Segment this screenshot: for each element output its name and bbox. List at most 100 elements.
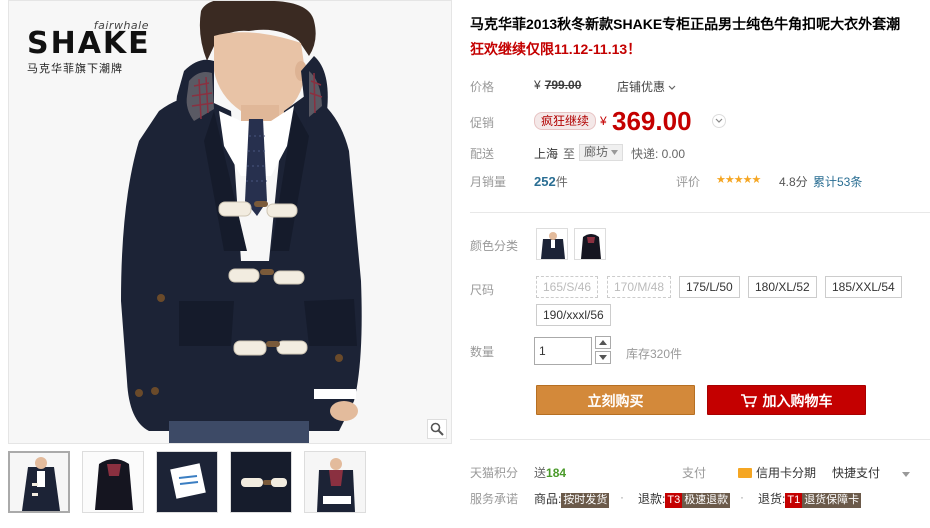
service-row: 服务承诺 商品: 按时发货 · 退款: T3 极速退款 · 退货: T1 退货保障卡 xyxy=(470,490,930,508)
fast-refund-badge: 极速退款 xyxy=(682,493,731,508)
caret-down-icon xyxy=(611,150,619,156)
color-option-2[interactable] xyxy=(574,228,606,260)
return-guarantee-badge: 退货保障卡 xyxy=(802,493,862,508)
zoom-button[interactable] xyxy=(427,419,447,439)
chevron-down-icon xyxy=(668,85,676,90)
thumbnail-5[interactable] xyxy=(304,451,366,513)
main-product-photo[interactable]: fairwhale SHAKE 马克华菲旗下潮牌 xyxy=(8,0,452,444)
service-goods-label: 商品: xyxy=(534,492,562,506)
thumbnail-1[interactable] xyxy=(8,451,70,513)
buy-now-button[interactable]: 立刻购买 xyxy=(536,385,695,415)
chevron-down-icon xyxy=(599,355,607,360)
size-label: 尺码 xyxy=(470,283,495,297)
price-detail-toggle[interactable] xyxy=(712,114,726,128)
promo-price-row: 促销 疯狂继续 ¥ 369.00 xyxy=(470,106,930,138)
shipping-fee: 快递: 0.00 xyxy=(631,147,686,161)
size-option[interactable]: 180/XL/52 xyxy=(748,276,817,298)
size-option[interactable]: 165/S/46 xyxy=(536,276,599,298)
product-gallery: fairwhale SHAKE 马克华菲旗下潮牌 xyxy=(8,0,452,528)
refund-tier-badge: T3 xyxy=(665,493,683,508)
price-row: 价格 ¥799.00 店铺优惠 xyxy=(470,78,930,96)
separator-dot: · xyxy=(740,490,744,504)
brand-tagline: 马克华菲旗下潮牌 xyxy=(27,63,123,75)
promo-label: 促销 xyxy=(470,116,495,130)
ship-from: 上海 xyxy=(534,147,559,161)
quantity-decrease-button[interactable] xyxy=(595,351,611,364)
thumbnail-3[interactable] xyxy=(156,451,218,513)
divider xyxy=(470,212,930,213)
original-price-value: 799.00 xyxy=(544,78,582,92)
promo-price-yen: ¥ xyxy=(600,114,607,128)
service-refund: 退款: T3 极速退款 xyxy=(638,490,731,508)
caret-down-icon xyxy=(902,472,910,477)
shipping-label: 配送 xyxy=(470,147,495,161)
service-goods: 商品: 按时发货 xyxy=(534,490,610,508)
shop-discount-dropdown[interactable]: 店铺优惠 xyxy=(617,78,676,95)
brand-logo: fairwhale SHAKE 马克华菲旗下潮牌 xyxy=(27,19,149,76)
chevron-up-icon xyxy=(599,340,607,345)
original-price-yen: ¥ xyxy=(534,78,541,92)
promo-tag: 疯狂继续 xyxy=(534,112,597,130)
service-return: 退货: T1 退货保障卡 xyxy=(758,490,862,508)
chevron-down-icon xyxy=(715,118,723,123)
size-option[interactable]: 190/xxxl/56 xyxy=(536,304,611,326)
on-time-delivery-badge: 按时发货 xyxy=(561,493,610,508)
rating-score: 4.8分 xyxy=(779,175,808,189)
thumbnail-2[interactable] xyxy=(82,451,144,513)
credit-installment[interactable]: 信用卡分期 xyxy=(738,464,816,481)
points-value: 送184 xyxy=(534,464,566,481)
divider xyxy=(470,439,930,440)
quantity-input[interactable] xyxy=(534,337,592,365)
rating-stars: ★★★★★ xyxy=(716,174,761,186)
sales-row: 月销量 252件 评价 ★★★★★ 4.8分 累计53条 xyxy=(470,173,930,191)
return-tier-badge: T1 xyxy=(785,493,803,508)
shop-discount-label: 店铺优惠 xyxy=(617,80,666,94)
service-refund-label: 退款: xyxy=(638,492,666,506)
promo-price: 369.00 xyxy=(612,106,692,136)
credit-installment-label: 信用卡分期 xyxy=(756,466,817,480)
promo-banner: 狂欢继续仅限11.12-11.13！ xyxy=(470,41,642,57)
thumbnail-strip xyxy=(8,451,378,513)
service-label: 服务承诺 xyxy=(470,492,519,506)
color-row: 颜色分类 xyxy=(470,228,930,268)
points-label: 天猫积分 xyxy=(470,466,519,480)
size-option[interactable]: 175/L/50 xyxy=(679,276,740,298)
ship-city-select[interactable]: 廊坊 xyxy=(579,144,624,161)
product-title: 马克华菲2013秋冬新款SHAKE专柜正品男士纯色牛角扣呢大衣外套潮 xyxy=(470,16,901,32)
ship-to-text: 至 xyxy=(563,147,576,161)
points-prefix: 送 xyxy=(534,466,547,480)
monthly-sales-label: 月销量 xyxy=(470,175,507,189)
color-label: 颜色分类 xyxy=(470,239,519,253)
color-option-1[interactable] xyxy=(536,228,568,260)
cart-icon xyxy=(740,393,757,408)
credit-card-icon xyxy=(738,467,752,478)
rating-label: 评价 xyxy=(676,175,701,189)
brand-main-logo: SHAKE xyxy=(27,26,151,61)
monthly-sales: 252件 xyxy=(534,173,568,190)
shipping-row: 配送 上海 至 廊坊 快递: 0.00 xyxy=(470,144,930,163)
add-to-cart-button[interactable]: 加入购物车 xyxy=(707,385,866,415)
size-option[interactable]: 170/M/48 xyxy=(607,276,672,298)
review-count-link[interactable]: 累计53条 xyxy=(813,173,862,190)
payment-label: 支付 xyxy=(682,466,707,480)
payment-more-toggle[interactable] xyxy=(902,466,910,480)
price-label: 价格 xyxy=(470,80,495,94)
quick-pay[interactable]: 快捷支付 xyxy=(832,464,880,481)
thumbnail-4[interactable] xyxy=(230,451,292,513)
size-option[interactable]: 185/XXL/54 xyxy=(825,276,902,298)
magnifier-icon xyxy=(430,422,444,436)
points-row: 天猫积分 送184 支付 信用卡分期 快捷支付 xyxy=(470,464,930,482)
original-price: ¥799.00 xyxy=(534,78,581,92)
points-number: 184 xyxy=(546,466,567,480)
quantity-label: 数量 xyxy=(470,345,495,359)
separator-dot: · xyxy=(620,490,624,504)
add-to-cart-label: 加入购物车 xyxy=(762,393,833,409)
monthly-sales-unit: 件 xyxy=(555,175,568,189)
service-return-label: 退货: xyxy=(758,492,786,506)
monthly-sales-count: 252 xyxy=(534,174,556,189)
quantity-row: 数量 库存320件 xyxy=(470,335,930,369)
size-row: 尺码 165/S/46 170/M/48 175/L/50 180/XL/52 … xyxy=(470,275,930,335)
stock-count: 库存320件 xyxy=(626,347,683,361)
ship-city-value: 廊坊 xyxy=(584,145,609,159)
quantity-increase-button[interactable] xyxy=(595,336,611,349)
